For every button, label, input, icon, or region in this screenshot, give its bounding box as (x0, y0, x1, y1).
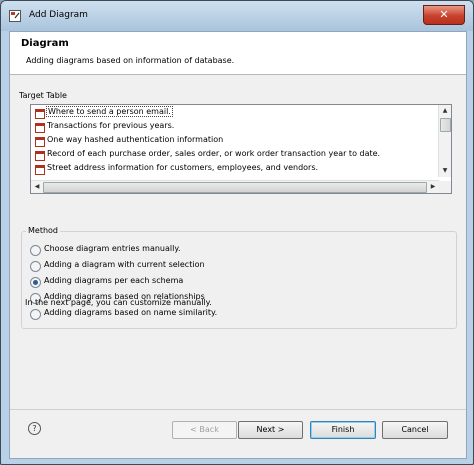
method-label: Method (26, 226, 61, 235)
diagram-app-icon (9, 10, 21, 22)
list-item-label: Transactions for previous years. (47, 121, 175, 130)
list-item-label: One way hashed authentication informatio… (47, 135, 224, 144)
radio-button[interactable] (30, 261, 41, 272)
next-button[interactable]: Next > (238, 421, 303, 439)
list-item-label: Where to send a person email. (46, 106, 173, 117)
horizontal-scrollbar[interactable]: ◀ ▶ (31, 180, 439, 193)
close-icon: ✕ (439, 8, 449, 21)
finish-button[interactable]: Finish (310, 421, 376, 439)
radio-label: Adding diagrams per each schema (44, 276, 184, 285)
radio-label: Adding a diagram with current selection (44, 260, 205, 269)
window-title: Add Diagram (29, 10, 88, 20)
table-icon (35, 137, 45, 147)
vertical-scroll-thumb[interactable] (440, 118, 451, 132)
target-table-list[interactable]: Where to send a person email. Transactio… (30, 104, 452, 194)
vertical-scrollbar[interactable]: ▲ ▼ (438, 105, 451, 177)
list-item-label: Record of each purchase order, sales ord… (47, 149, 381, 158)
page-description: Adding diagrams based on information of … (26, 56, 235, 65)
table-icon (35, 165, 45, 175)
footer-divider (10, 409, 466, 410)
title-bar[interactable]: Add Diagram ✕ (1, 1, 473, 31)
cancel-button[interactable]: Cancel (382, 421, 448, 439)
radio-button[interactable] (30, 245, 41, 256)
dialog-content: Diagram Adding diagrams based on informa… (9, 31, 467, 459)
scroll-down-icon[interactable]: ▼ (439, 165, 451, 177)
scroll-up-icon[interactable]: ▲ (439, 105, 451, 117)
radio-label: Adding diagrams based on name similarity… (44, 308, 218, 317)
help-icon[interactable]: ? (28, 422, 41, 435)
horizontal-scroll-thumb[interactable] (43, 182, 427, 193)
radio-button[interactable] (30, 309, 41, 320)
table-icon (35, 109, 45, 119)
scrollbar-corner (439, 181, 451, 193)
list-item-label: Street address information for customers… (47, 163, 319, 172)
hint-text: In the next page, you can customize manu… (25, 298, 212, 307)
page-title: Diagram (21, 38, 69, 49)
close-button[interactable]: ✕ (423, 5, 465, 25)
radio-label: Choose diagram entries manually. (44, 244, 181, 253)
wizard-header: Diagram Adding diagrams based on informa… (10, 32, 466, 75)
scroll-left-icon[interactable]: ◀ (31, 181, 43, 193)
table-icon (35, 151, 45, 161)
target-table-label: Target Table (19, 91, 67, 100)
back-button[interactable]: < Back (172, 421, 237, 439)
table-icon (35, 123, 45, 133)
method-group: Method Choose diagram entries manually. … (21, 226, 457, 329)
radio-button-selected[interactable] (30, 277, 41, 288)
scroll-right-icon[interactable]: ▶ (427, 181, 439, 193)
dialog-window: Add Diagram ✕ Diagram Adding diagrams ba… (0, 0, 474, 465)
